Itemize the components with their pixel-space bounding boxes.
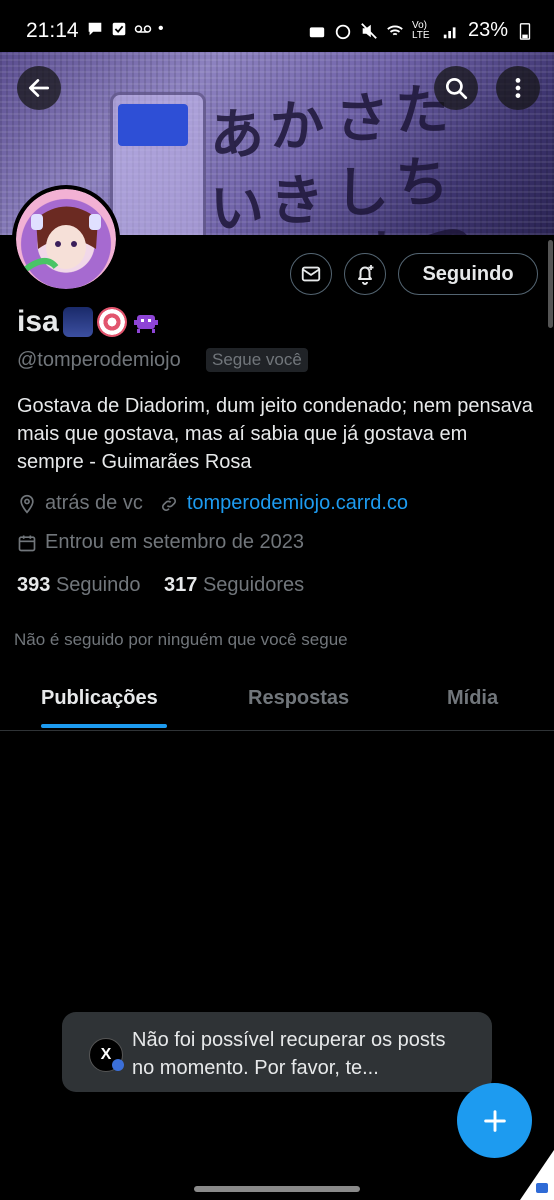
back-button[interactable] bbox=[17, 66, 61, 110]
corner-badge-icon bbox=[536, 1183, 548, 1193]
voicemail-icon bbox=[134, 25, 152, 33]
alarm-icon bbox=[335, 24, 351, 39]
more-button[interactable] bbox=[496, 66, 540, 110]
link-icon bbox=[161, 496, 176, 511]
banner-kana-2: か bbox=[270, 95, 324, 158]
banner-kana-5: い bbox=[210, 177, 264, 235]
mute-icon bbox=[361, 22, 377, 39]
profile-bio: Gostava de Diadorim, dum jeito condenado… bbox=[17, 395, 533, 473]
briefcase-icon bbox=[309, 26, 325, 37]
location-pin-icon bbox=[20, 494, 34, 514]
dot-icon: • bbox=[158, 20, 164, 37]
arrow-left-icon bbox=[28, 79, 50, 97]
banner-kana-3: さ bbox=[335, 87, 389, 150]
following-count-link[interactable]: 393 Seguindo bbox=[17, 574, 140, 596]
banner-kana-1: あ bbox=[210, 103, 264, 166]
followers-count: 317 bbox=[164, 574, 198, 596]
not-followed-note: Não é seguido por ninguém que você segue bbox=[14, 630, 348, 649]
banner-highlight bbox=[118, 104, 188, 146]
following-button[interactable]: Seguindo bbox=[398, 253, 538, 295]
location-text: atrás de vc bbox=[45, 492, 143, 514]
avatar[interactable] bbox=[12, 185, 120, 293]
status-bar: 21:14 • Vo) LTE 23% bbox=[0, 0, 554, 52]
avatar-illustration bbox=[24, 206, 101, 272]
banner-kana-9: す bbox=[350, 212, 404, 235]
status-left-icons: • bbox=[86, 20, 164, 38]
followers-label: Seguidores bbox=[202, 574, 305, 596]
signal-icon bbox=[443, 26, 456, 38]
profile-handle: @tomperodemiojo bbox=[17, 349, 181, 371]
profile-name-text: isa bbox=[17, 305, 59, 338]
network-type: Vo) LTE bbox=[411, 19, 430, 41]
search-icon bbox=[445, 77, 468, 100]
bell-plus-icon bbox=[358, 265, 374, 285]
location-row: atrás de vc tomperodemiojo.carrd.co bbox=[17, 492, 408, 515]
battery-percent: 23% bbox=[467, 19, 508, 41]
wifi-icon bbox=[387, 25, 403, 35]
alien-monster-emoji-icon bbox=[131, 307, 161, 337]
following-label: Seguindo bbox=[55, 574, 141, 596]
scrollbar[interactable] bbox=[548, 240, 553, 328]
banner-kana-6: き bbox=[270, 169, 324, 232]
compose-button[interactable] bbox=[457, 1083, 532, 1158]
tab-midia[interactable]: Mídia bbox=[447, 687, 498, 710]
city-night-emoji-icon bbox=[62, 307, 93, 337]
chat-bubble-icon bbox=[88, 22, 102, 36]
status-time: 21:14 bbox=[26, 19, 79, 42]
mail-icon bbox=[301, 266, 321, 282]
banner-kana-10: つ bbox=[420, 202, 474, 235]
followers-count-link[interactable]: 317 Seguidores bbox=[164, 574, 304, 596]
swirl-candy-emoji-icon bbox=[96, 307, 127, 337]
badge-icon bbox=[112, 1059, 124, 1071]
follow-counts: 393 Seguindo 317 Seguidores bbox=[17, 574, 304, 597]
profile-name: isa bbox=[17, 305, 161, 339]
toast-message: Não foi possível recuperar os posts no m… bbox=[132, 1029, 446, 1079]
follows-you-badge: Segue você bbox=[206, 348, 308, 372]
profile-tabs: Publicações Respostas Mídia bbox=[0, 672, 554, 731]
home-indicator[interactable] bbox=[194, 1186, 360, 1192]
search-button[interactable] bbox=[434, 66, 478, 110]
following-count: 393 bbox=[17, 574, 51, 596]
active-tab-indicator bbox=[41, 724, 167, 728]
plus-icon bbox=[483, 1109, 506, 1132]
calendar-icon bbox=[18, 535, 36, 551]
joined-row: Entrou em setembro de 2023 bbox=[17, 531, 304, 554]
tab-respostas[interactable]: Respostas bbox=[248, 687, 349, 710]
battery-icon bbox=[519, 22, 531, 40]
status-right-icons: Vo) LTE 23% bbox=[308, 19, 534, 42]
more-vertical-icon bbox=[515, 78, 521, 98]
website-link[interactable]: tomperodemiojo.carrd.co bbox=[187, 492, 408, 515]
message-button[interactable] bbox=[290, 253, 332, 295]
notifications-button[interactable] bbox=[344, 253, 386, 295]
tab-publicacoes[interactable]: Publicações bbox=[41, 687, 158, 710]
joined-text: Entrou em setembro de 2023 bbox=[45, 531, 305, 553]
error-toast: X Não foi possível recuperar os posts no… bbox=[62, 1012, 492, 1092]
checkbox-icon bbox=[112, 22, 126, 36]
